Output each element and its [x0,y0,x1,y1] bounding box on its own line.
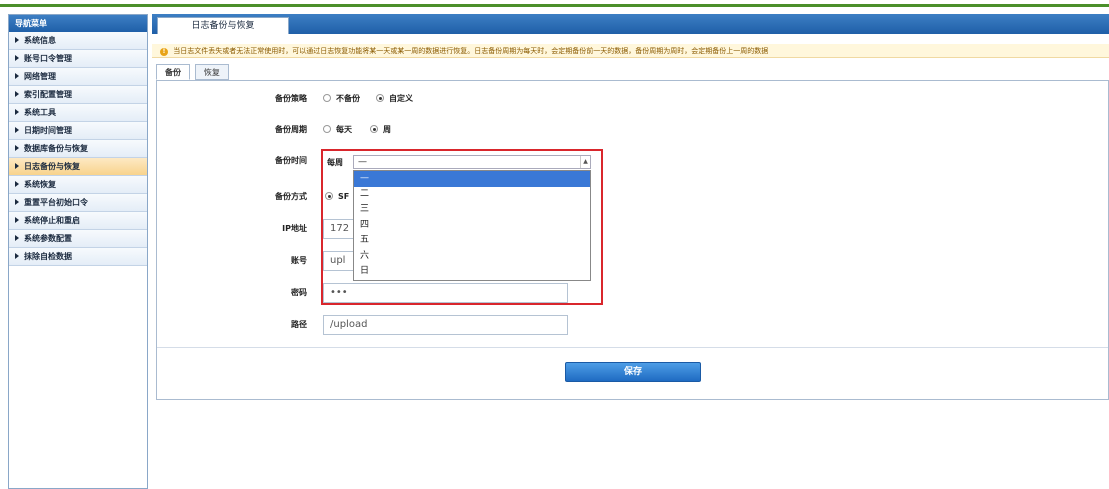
sidebar-item-label: 网络管理 [24,72,56,81]
caret-right-icon [15,181,19,187]
radio-checked-icon [370,125,378,133]
caret-right-icon [15,163,19,169]
path-label: 路径 [291,320,307,329]
subtab-bar: 备份 恢复 [156,64,231,80]
save-button[interactable]: 保存 [565,362,701,382]
sidebar-item[interactable]: 抹除自检数据 [9,248,147,266]
subtab-backup[interactable]: 备份 [156,64,190,80]
sidebar-item-label: 数据库备份与恢复 [24,144,88,153]
sidebar-item-label: 日志备份与恢复 [24,162,80,171]
caret-right-icon [15,145,19,151]
caret-right-icon [15,235,19,241]
weekday-select-value: — [358,157,367,167]
sidebar-item[interactable]: 账号口令管理 [9,50,147,68]
sidebar-item[interactable]: 系统信息 [9,32,147,50]
sidebar-title: 导航菜单 [9,15,147,32]
warning-icon: ! [160,48,168,56]
chevron-up-icon: ▲ [580,156,590,168]
notice-bar: ! 当日志文件丢失或者无法正常使用时，可以通过日志恢复功能将某一天或某一周的数据… [152,44,1109,58]
top-strip [0,0,1109,8]
caret-right-icon [15,253,19,259]
caret-right-icon [15,217,19,223]
radio-icon [323,94,331,102]
top-accent-line [0,4,1109,7]
sidebar-item-label: 重置平台初始口令 [24,198,88,207]
strategy-option-none[interactable]: 不备份 [323,89,360,109]
sidebar-item[interactable]: 系统恢复 [9,176,147,194]
nav-sidebar: 导航菜单 系统信息账号口令管理 网络管理索引配置管理 系统工具日期时间管理数据库备份… [8,14,148,489]
method-label: 备份方式 [275,192,307,201]
dropdown-option[interactable]: — [354,171,590,187]
sidebar-item-label: 抹除自检数据 [24,252,72,261]
dropdown-option[interactable]: 四 [354,218,590,234]
dropdown-option[interactable]: 二 [354,187,590,203]
time-prefix: 每周 [327,158,343,167]
caret-right-icon [15,109,19,115]
strategy-option-custom[interactable]: 自定义 [376,89,413,109]
caret-right-icon [15,127,19,133]
weekday-select[interactable]: — ▲ [353,155,591,169]
cycle-label: 备份周期 [275,125,307,134]
caret-right-icon [15,55,19,61]
sidebar-item-label: 系统停止和重启 [24,216,80,225]
time-label: 备份时间 [275,156,307,165]
dropdown-option[interactable]: 五 [354,233,590,249]
password-label: 密码 [291,288,307,297]
sidebar-item[interactable]: 日志备份与恢复 [9,158,147,176]
caret-right-icon [15,91,19,97]
sidebar-list: 系统信息账号口令管理 网络管理索引配置管理 系统工具日期时间管理数据库备份与恢复 日志… [9,32,147,266]
weekday-dropdown: — 二三四五六日 [353,170,591,281]
path-input[interactable]: /upload [323,315,568,335]
form-divider [157,347,1108,348]
sidebar-item-label: 账号口令管理 [24,54,72,63]
sidebar-item[interactable]: 网络管理 [9,68,147,86]
subtab-restore[interactable]: 恢复 [194,64,229,80]
sidebar-item-label: 索引配置管理 [24,90,72,99]
radio-checked-icon [376,94,384,102]
notice-text: 当日志文件丢失或者无法正常使用时，可以通过日志恢复功能将某一天或某一周的数据进行… [173,47,769,55]
ip-label: IP地址 [282,224,307,233]
sidebar-item[interactable]: 系统工具 [9,104,147,122]
dropdown-option[interactable]: 日 [354,264,590,280]
sidebar-item-label: 系统恢复 [24,180,56,189]
sidebar-item-label: 系统工具 [24,108,56,117]
sidebar-item[interactable]: 索引配置管理 [9,86,147,104]
caret-right-icon [15,199,19,205]
backup-form-panel: 备份策略 不备份 自定义 备份周期 每天 周 备份时间 备份方式 SF IP地址… [156,80,1109,400]
account-label: 账号 [291,256,307,265]
dropdown-option[interactable]: 六 [354,249,590,265]
strategy-label: 备份策略 [275,94,307,103]
caret-right-icon [15,37,19,43]
caret-right-icon [15,73,19,79]
radio-icon [323,125,331,133]
sidebar-item[interactable]: 系统停止和重启 [9,212,147,230]
cycle-option-daily[interactable]: 每天 [323,120,352,140]
cycle-option-week[interactable]: 周 [370,120,391,140]
main-header-bar: 日志备份与恢复 [152,14,1109,34]
sidebar-item[interactable]: 数据库备份与恢复 [9,140,147,158]
sidebar-item[interactable]: 重置平台初始口令 [9,194,147,212]
sidebar-item[interactable]: 系统参数配置 [9,230,147,248]
sidebar-item[interactable]: 日期时间管理 [9,122,147,140]
tab-log-backup[interactable]: 日志备份与恢复 [157,17,289,34]
dropdown-option[interactable]: 三 [354,202,590,218]
sidebar-item-label: 系统参数配置 [24,234,72,243]
sidebar-item-label: 系统信息 [24,36,56,45]
main-area: 日志备份与恢复 ! 当日志文件丢失或者无法正常使用时，可以通过日志恢复功能将某一… [152,14,1109,489]
sidebar-item-label: 日期时间管理 [24,126,72,135]
